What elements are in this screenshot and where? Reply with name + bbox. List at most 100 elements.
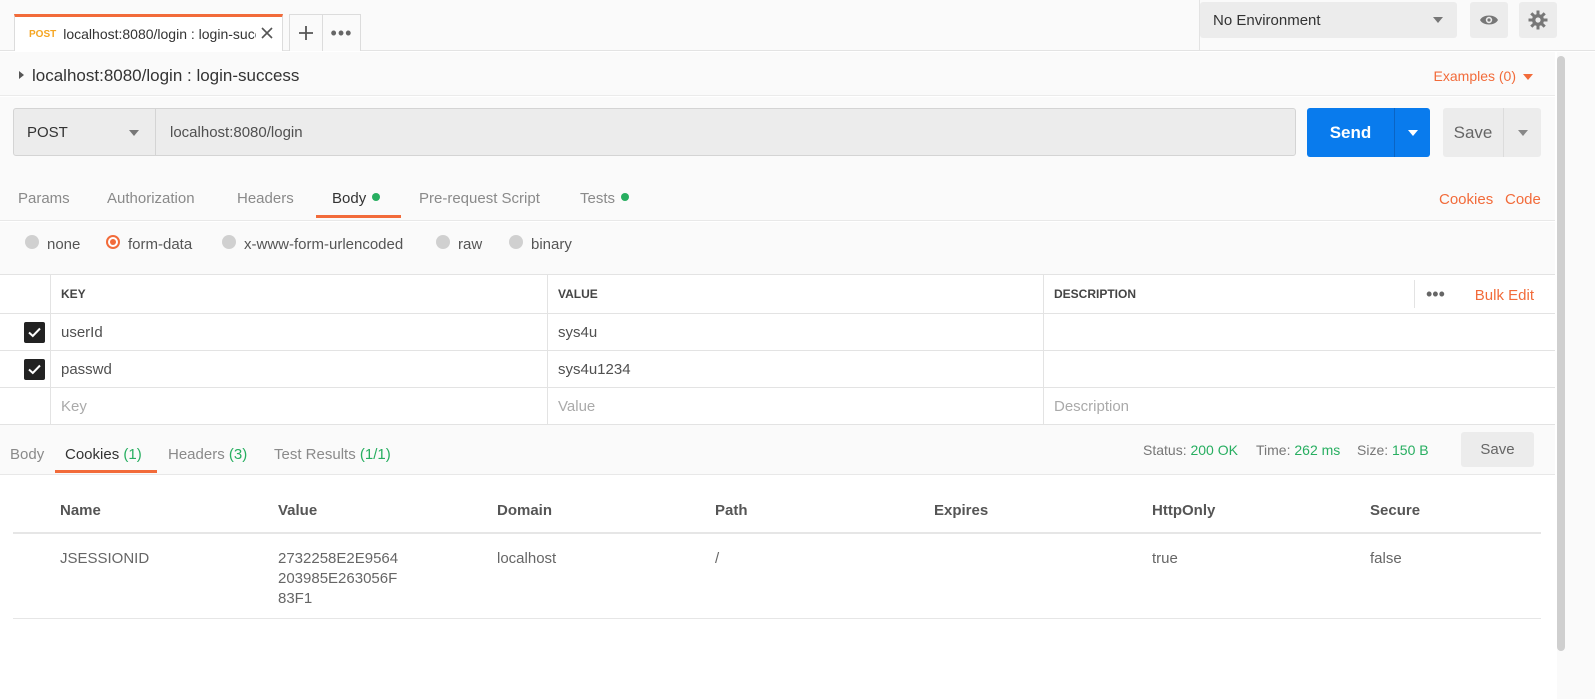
request-tab[interactable]: POST localhost:8080/login : login-succes… bbox=[14, 14, 283, 51]
table-row: passwd sys4u1234 bbox=[0, 351, 1555, 388]
active-tab-indicator bbox=[316, 215, 401, 218]
radio-binary[interactable]: binary bbox=[509, 234, 572, 253]
scrollbar[interactable] bbox=[1557, 52, 1595, 699]
radio-circle[interactable] bbox=[222, 234, 236, 249]
radio-urlencoded[interactable]: x-www-form-urlencoded bbox=[222, 234, 404, 253]
param-key[interactable]: userId bbox=[50, 314, 547, 350]
environment-quick-look-button[interactable] bbox=[1470, 2, 1508, 38]
param-description[interactable] bbox=[1043, 351, 1555, 387]
close-icon[interactable] bbox=[260, 26, 274, 40]
tab-prerequest-script[interactable]: Pre-request Script bbox=[419, 190, 540, 207]
column-header-expires: Expires bbox=[934, 502, 989, 519]
radio-circle[interactable] bbox=[25, 234, 39, 249]
caret-down-icon bbox=[129, 130, 139, 136]
url-input[interactable] bbox=[155, 108, 1296, 156]
param-value[interactable]: sys4u bbox=[547, 314, 1043, 350]
response-tab-cookies[interactable]: Cookies (1) bbox=[65, 446, 142, 463]
radio-form-data[interactable]: form-data bbox=[106, 234, 193, 253]
divider bbox=[1414, 280, 1415, 308]
table-row: userId sys4u bbox=[0, 314, 1555, 351]
param-key[interactable]: passwd bbox=[50, 351, 547, 387]
response-tabs: Body Cookies (1) Headers (3) Test Result… bbox=[0, 425, 1555, 475]
radio-none[interactable]: none bbox=[25, 234, 80, 253]
bulk-edit-link[interactable]: Bulk Edit bbox=[1475, 287, 1534, 304]
column-header-secure: Secure bbox=[1370, 502, 1421, 519]
settings-button[interactable] bbox=[1519, 2, 1557, 38]
param-description[interactable] bbox=[1043, 314, 1555, 350]
tests-indicator-dot bbox=[621, 193, 630, 201]
size-value: 150 B bbox=[1392, 442, 1429, 458]
check-icon bbox=[28, 364, 41, 375]
more-icon[interactable]: ••• bbox=[1426, 284, 1445, 305]
save-options-button[interactable] bbox=[1503, 108, 1541, 157]
tab-tests-label: Tests bbox=[580, 190, 616, 207]
response-tab-headers-label: Headers bbox=[168, 446, 225, 463]
response-tab-headers[interactable]: Headers (3) bbox=[168, 446, 247, 463]
form-data-table: KEY VALUE DESCRIPTION ••• Bulk Edit user… bbox=[0, 274, 1555, 425]
response-tab-cookies-label: Cookies bbox=[65, 446, 120, 463]
code-link[interactable]: Code bbox=[1505, 191, 1541, 208]
cookie-path: / bbox=[715, 550, 720, 567]
caret-down-icon bbox=[1517, 129, 1528, 136]
tab-tests[interactable]: Tests bbox=[580, 190, 630, 207]
radio-label: binary bbox=[531, 236, 572, 253]
request-name: localhost:8080/login : login-success bbox=[32, 66, 300, 85]
save-button[interactable]: Save bbox=[1443, 108, 1503, 157]
tab-body[interactable]: Body bbox=[332, 190, 381, 207]
send-button[interactable]: Send bbox=[1307, 108, 1394, 157]
scrollbar-thumb[interactable] bbox=[1557, 56, 1565, 651]
url-bar: POST Send Save bbox=[0, 97, 1555, 170]
body-indicator-dot bbox=[372, 193, 381, 201]
cookie-value: 2732258E2E9564203985E263056F83F1 bbox=[278, 550, 399, 607]
column-header-domain: Domain bbox=[497, 502, 553, 519]
caret-down-icon bbox=[1407, 129, 1418, 136]
status-value: 200 OK bbox=[1190, 442, 1238, 458]
column-header-value: VALUE bbox=[547, 275, 1043, 313]
new-tab-button[interactable] bbox=[289, 14, 323, 51]
save-response-button[interactable]: Save bbox=[1461, 432, 1534, 467]
new-key-input[interactable]: Key bbox=[50, 388, 547, 425]
caret-down-icon[interactable] bbox=[1523, 74, 1533, 80]
method-label: POST bbox=[27, 123, 68, 141]
row-checkbox[interactable] bbox=[24, 359, 45, 380]
method-select[interactable]: POST bbox=[13, 108, 156, 156]
row-checkbox[interactable] bbox=[24, 322, 45, 343]
cookies-link[interactable]: Cookies bbox=[1439, 191, 1493, 208]
expand-icon[interactable] bbox=[19, 71, 24, 79]
size-meta: Size: 150 B bbox=[1357, 442, 1429, 458]
examples-dropdown[interactable]: Examples (0) bbox=[1434, 68, 1516, 84]
check-icon bbox=[28, 327, 41, 338]
radio-circle[interactable] bbox=[436, 234, 450, 249]
param-value[interactable]: sys4u1234 bbox=[547, 351, 1043, 387]
radio-label: x-www-form-urlencoded bbox=[244, 236, 404, 253]
environment-select[interactable]: No Environment bbox=[1200, 2, 1457, 38]
body-type-options: none form-data x-www-form-urlencoded raw… bbox=[0, 222, 1555, 274]
new-value-input[interactable]: Value bbox=[547, 388, 1043, 425]
plus-icon bbox=[299, 26, 313, 40]
radio-label: form-data bbox=[128, 236, 193, 253]
radio-circle-selected[interactable] bbox=[106, 234, 120, 249]
more-icon: ••• bbox=[330, 23, 353, 43]
eye-icon bbox=[1480, 15, 1498, 25]
response-tab-test-results[interactable]: Test Results (1/1) bbox=[274, 446, 391, 463]
radio-raw[interactable]: raw bbox=[436, 234, 482, 253]
environment-label: No Environment bbox=[1213, 11, 1321, 29]
column-header-value: Value bbox=[278, 502, 318, 519]
cookie-name: JSESSIONID bbox=[60, 550, 150, 567]
cookie-httponly: true bbox=[1152, 550, 1178, 567]
tab-headers[interactable]: Headers bbox=[237, 190, 294, 207]
send-options-button[interactable] bbox=[1394, 108, 1430, 157]
table-row: JSESSIONID 2732258E2E9564203985E263056F8… bbox=[13, 535, 1541, 619]
column-header-key: KEY bbox=[50, 275, 547, 313]
tab-params[interactable]: Params bbox=[18, 190, 70, 207]
cookie-domain: localhost bbox=[497, 550, 557, 567]
tab-authorization[interactable]: Authorization bbox=[107, 190, 195, 207]
column-header-path: Path bbox=[715, 502, 748, 519]
gear-icon bbox=[1528, 10, 1548, 30]
radio-circle[interactable] bbox=[509, 234, 523, 249]
request-tabs: Params Authorization Headers Body Pre-re… bbox=[0, 170, 1555, 221]
tab-body-label: Body bbox=[332, 190, 367, 207]
response-tab-body[interactable]: Body bbox=[10, 446, 44, 463]
new-description-input[interactable]: Description bbox=[1043, 388, 1555, 425]
tab-more-button[interactable]: ••• bbox=[323, 14, 361, 51]
